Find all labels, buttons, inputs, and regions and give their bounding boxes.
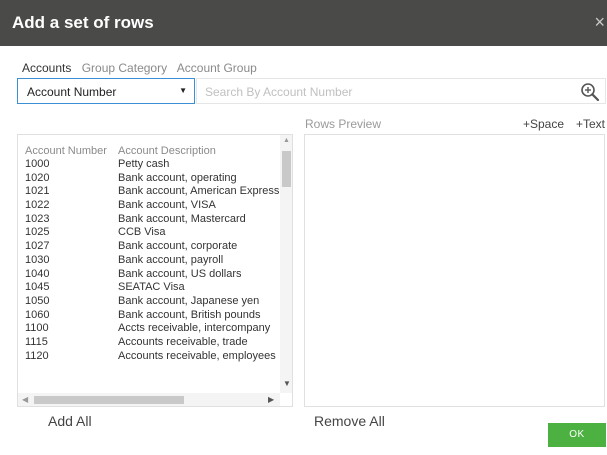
filter-field-value: Account Number xyxy=(27,85,117,99)
account-number-cell: 1021 xyxy=(25,185,50,198)
account-description-cell: SEATAC Visa xyxy=(118,281,185,294)
account-description-cell: Accounts receivable, trade xyxy=(118,335,248,348)
scroll-left-icon[interactable]: ◀ xyxy=(22,395,28,404)
account-number-cell: 1023 xyxy=(25,212,50,225)
account-description-cell: Bank account, operating xyxy=(118,171,237,184)
add-space-button[interactable]: +Space xyxy=(523,117,564,131)
account-description-cell: Bank account, payroll xyxy=(118,253,224,266)
tab-group-category[interactable]: Group Category xyxy=(82,61,167,75)
account-description-cell: Bank account, VISA xyxy=(118,199,216,212)
account-description-cell: CCB Visa xyxy=(118,226,166,239)
account-number-cell: 1027 xyxy=(25,240,50,253)
account-description-cell: Bank account, US dollars xyxy=(118,267,242,280)
search-input[interactable]: Search By Account Number xyxy=(196,78,606,104)
caret-down-icon: ▼ xyxy=(179,86,187,95)
scroll-right-icon[interactable]: ▶ xyxy=(268,395,274,404)
account-number-cell: 1040 xyxy=(25,267,50,280)
account-description-cell: Accts receivable, intercompany xyxy=(118,322,271,335)
vertical-scrollbar[interactable]: ▲ ▼ xyxy=(280,135,292,393)
account-description-cell: Bank account, corporate xyxy=(118,240,238,253)
filter-field-select[interactable]: Account Number ▼ xyxy=(17,78,195,104)
add-text-button[interactable]: +Text xyxy=(576,117,605,131)
column-header-account-description: Account Description xyxy=(118,145,216,157)
account-description-cell: Petty cash xyxy=(118,158,170,170)
horizontal-scroll-thumb[interactable] xyxy=(34,396,184,404)
account-number-cell: 1022 xyxy=(25,199,50,212)
account-number-cell: 1000 xyxy=(25,158,50,170)
account-number-cell: 1025 xyxy=(25,226,50,239)
add-all-button[interactable]: Add All xyxy=(48,413,92,429)
dialog-titlebar: Add a set of rows × xyxy=(0,0,607,46)
account-number-cell: 1050 xyxy=(25,294,50,307)
rows-preview-label: Rows Preview xyxy=(305,117,382,131)
account-number-cell: 1120 xyxy=(25,349,49,362)
rows-preview-list[interactable] xyxy=(304,134,605,407)
close-icon[interactable]: × xyxy=(594,13,605,31)
scroll-up-icon[interactable]: ▲ xyxy=(283,137,290,144)
tab-account-group[interactable]: Account Group xyxy=(177,61,257,75)
account-number-cell: 1045 xyxy=(25,281,50,294)
horizontal-scrollbar[interactable]: ◀ ▶ xyxy=(18,393,280,406)
source-tabs: Accounts Group Category Account Group xyxy=(22,61,264,75)
account-number-cell: 1115 xyxy=(25,335,48,348)
account-description-cell: Bank account, Japanese yen xyxy=(118,294,260,307)
remove-all-button[interactable]: Remove All xyxy=(314,413,385,429)
vertical-scroll-thumb[interactable] xyxy=(282,151,291,187)
zoom-in-icon[interactable] xyxy=(580,82,600,102)
account-description-cell: Accounts receivable, employees xyxy=(118,349,276,362)
column-header-account-number: Account Number xyxy=(25,145,107,157)
dialog-title: Add a set of rows xyxy=(12,13,154,32)
account-number-cell: 1030 xyxy=(25,253,50,266)
scroll-down-icon[interactable]: ▼ xyxy=(283,379,291,388)
tab-accounts[interactable]: Accounts xyxy=(22,61,71,75)
account-number-cell: 1100 xyxy=(25,322,49,335)
account-number-cell: 1060 xyxy=(25,308,50,321)
search-placeholder: Search By Account Number xyxy=(205,85,353,99)
accounts-list[interactable]: Account Number Account Description 1000 P… xyxy=(17,134,293,407)
account-description-cell: Bank account, Mastercard xyxy=(118,212,246,225)
account-number-cell: 1020 xyxy=(25,171,50,184)
account-description-cell: Bank account, American Express xyxy=(118,185,280,198)
account-description-cell: Bank account, British pounds xyxy=(118,308,261,321)
ok-button[interactable]: OK xyxy=(548,423,606,447)
